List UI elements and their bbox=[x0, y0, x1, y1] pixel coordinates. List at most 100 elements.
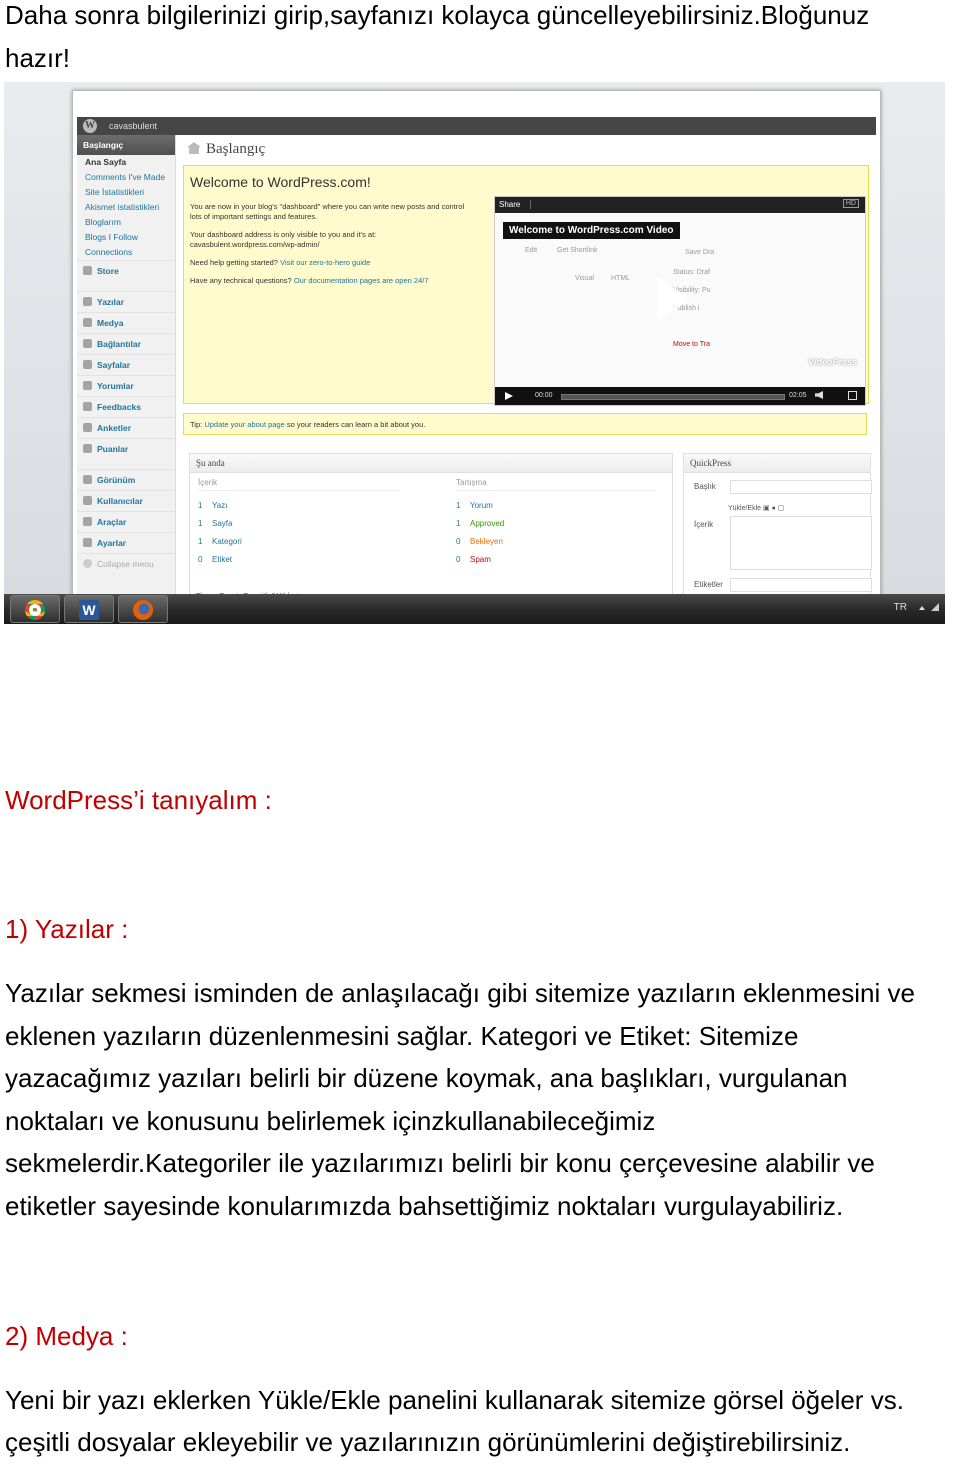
quickpress-tags-input[interactable] bbox=[730, 578, 872, 592]
media-icon bbox=[83, 318, 92, 327]
menu-item-dashboard[interactable]: Başlangıç bbox=[77, 135, 175, 155]
submenu-connections[interactable]: Connections bbox=[77, 245, 175, 260]
hd-toggle[interactable]: HD bbox=[842, 199, 859, 208]
menu-item-links[interactable]: Bağlantılar bbox=[77, 333, 175, 354]
about-page-link[interactable]: Update your about page bbox=[204, 420, 284, 429]
submenu-akismet-stats[interactable]: Akismet istatistikleri bbox=[77, 200, 175, 215]
menu-item-store[interactable]: Store bbox=[77, 260, 175, 281]
page-title-text: Başlangıç bbox=[206, 141, 266, 157]
content-row[interactable]: 1 Sayfa bbox=[198, 515, 398, 533]
discussion-row[interactable]: 1 Approved bbox=[456, 515, 656, 533]
menu-label: Sayfalar bbox=[97, 360, 131, 370]
right-now-title[interactable]: Şu anda bbox=[190, 454, 672, 473]
zero-to-hero-link[interactable]: Visit our zero-to-hero guide bbox=[280, 258, 370, 267]
quickpress-title[interactable]: QuickPress bbox=[684, 454, 870, 473]
tip-prefix: Tip: bbox=[190, 420, 203, 429]
menu-label: Yazılar bbox=[97, 297, 124, 307]
menu-label: Görünüm bbox=[97, 475, 136, 485]
quickpress-content-textarea[interactable] bbox=[730, 516, 872, 570]
media-line-1: Yeni bir yazı eklerken Yükle/Ekle paneli… bbox=[5, 1385, 904, 1415]
submenu-my-blogs[interactable]: Bloglarım bbox=[77, 215, 175, 230]
tip-text: so your readers can learn a bit about yo… bbox=[286, 420, 426, 429]
menu-item-comments[interactable]: Yorumlar bbox=[77, 375, 175, 396]
upload-insert-toolbar[interactable]: Yükle/Ekle ▣ ● ▢ bbox=[728, 504, 784, 512]
wordpress-logo-icon[interactable]: W bbox=[83, 119, 97, 133]
admin-menu: Başlangıç Ana Sayfa Comments I've Made S… bbox=[77, 135, 176, 595]
feedback-icon bbox=[83, 402, 92, 411]
play-icon[interactable] bbox=[657, 277, 691, 321]
rating-icon bbox=[83, 444, 92, 453]
menu-item-settings[interactable]: Ayarlar bbox=[77, 532, 175, 553]
discussion-row[interactable]: 0 Bekleyen bbox=[456, 533, 656, 551]
content-row[interactable]: 1 Kategori bbox=[198, 533, 398, 551]
menu-item-polls[interactable]: Anketler bbox=[77, 417, 175, 438]
fullscreen-icon[interactable] bbox=[848, 391, 857, 400]
video-ghost-status: Status: Draf bbox=[673, 269, 710, 276]
count: 1 bbox=[198, 519, 203, 528]
chrome-taskbar-button[interactable] bbox=[10, 595, 60, 623]
menu-label: Puanlar bbox=[97, 444, 129, 454]
label: Spam bbox=[470, 555, 491, 564]
menu-label: Ayarlar bbox=[97, 538, 126, 548]
welcome-text-2: Your dashboard address is only visible t… bbox=[190, 230, 475, 250]
volume-icon[interactable] bbox=[815, 391, 823, 399]
menu-item-media[interactable]: Medya bbox=[77, 312, 175, 333]
dashboard-address: cavasbulent.wordpress.com/wp-admin/ bbox=[190, 240, 320, 249]
count: 1 bbox=[456, 519, 461, 528]
count: 1 bbox=[198, 537, 203, 546]
video-title: Welcome to WordPress.com Video bbox=[503, 222, 680, 239]
count: 1 bbox=[456, 501, 461, 510]
play-button-icon[interactable] bbox=[505, 392, 513, 400]
menu-label: Yorumlar bbox=[97, 381, 134, 391]
page-title: Başlangıç bbox=[187, 141, 265, 158]
menu-item-appearance[interactable]: Görünüm bbox=[77, 469, 175, 490]
language-indicator[interactable]: TR bbox=[894, 602, 907, 613]
menu-item-pages[interactable]: Sayfalar bbox=[77, 354, 175, 375]
videopress-logo: VideoPress bbox=[808, 357, 857, 367]
link-icon bbox=[83, 339, 92, 348]
video-ghost-html: HTML bbox=[611, 275, 631, 282]
word-icon: W bbox=[79, 600, 99, 620]
video-top-bar: Share HD bbox=[495, 197, 865, 213]
menu-item-posts[interactable]: Yazılar bbox=[77, 291, 175, 312]
collapse-menu-button[interactable]: Collapse menu bbox=[77, 553, 175, 574]
menu-item-ratings[interactable]: Puanlar bbox=[77, 438, 175, 459]
video-progress-bar[interactable] bbox=[561, 394, 785, 400]
media-line-2: çeşitli dosyalar ekleyebilir ve yazıları… bbox=[5, 1427, 851, 1457]
quickpress-title-input[interactable] bbox=[730, 480, 872, 494]
posts-line-4: noktaları ve konusunu belirlemek içinzku… bbox=[5, 1106, 656, 1136]
submenu-blogs-follow[interactable]: Blogs I Follow bbox=[77, 230, 175, 245]
tray-expand-icon[interactable] bbox=[919, 606, 925, 610]
firefox-taskbar-button[interactable] bbox=[118, 595, 168, 623]
submenu-comments-made[interactable]: Comments I've Made bbox=[77, 170, 175, 185]
word-taskbar-button[interactable]: W bbox=[64, 595, 114, 623]
page-icon bbox=[83, 360, 92, 369]
comment-icon bbox=[83, 381, 92, 390]
admin-bar-username[interactable]: cavasbulent bbox=[109, 117, 157, 135]
submenu-site-stats[interactable]: Site İstatistikleri bbox=[77, 185, 175, 200]
video-controls: 00:00 02:05 bbox=[495, 387, 865, 405]
menu-item-tools[interactable]: Araçlar bbox=[77, 511, 175, 532]
discussion-column: Tartışma 1 Yorum 1 Approved 0 Bekleyen 0 Spa… bbox=[456, 478, 656, 569]
discussion-row[interactable]: 1 Yorum bbox=[456, 497, 656, 515]
menu-label: Medya bbox=[97, 318, 124, 328]
discussion-column-head: Tartışma bbox=[456, 478, 656, 491]
dashboard-screenshot: W cavasbulent Başlangıç Ana Sayfa Commen… bbox=[4, 82, 945, 624]
menu-separator bbox=[77, 281, 175, 291]
content-row[interactable]: 1 Yazı bbox=[198, 497, 398, 515]
content-row[interactable]: 0 Etiket bbox=[198, 551, 398, 569]
welcome-title: Welcome to WordPress.com! bbox=[190, 174, 371, 190]
documentation-link[interactable]: Our documentation pages are open 24/7 bbox=[294, 276, 429, 285]
menu-label: Collapse menu bbox=[97, 559, 154, 569]
video-player[interactable]: Share HD Welcome to WordPress.com Video … bbox=[494, 196, 866, 406]
intro-line-1: Daha sonra bilgilerinizi girip,sayfanızı… bbox=[5, 0, 870, 30]
discussion-row[interactable]: 0 Spam bbox=[456, 551, 656, 569]
collapse-icon bbox=[83, 559, 92, 568]
tools-icon bbox=[83, 517, 92, 526]
menu-item-users[interactable]: Kullanıcılar bbox=[77, 490, 175, 511]
appearance-icon bbox=[83, 475, 92, 484]
menu-item-feedbacks[interactable]: Feedbacks bbox=[77, 396, 175, 417]
submenu-home[interactable]: Ana Sayfa bbox=[77, 155, 175, 170]
video-share-button[interactable]: Share bbox=[499, 200, 532, 209]
quickpress-title-label: Başlık bbox=[694, 482, 716, 491]
